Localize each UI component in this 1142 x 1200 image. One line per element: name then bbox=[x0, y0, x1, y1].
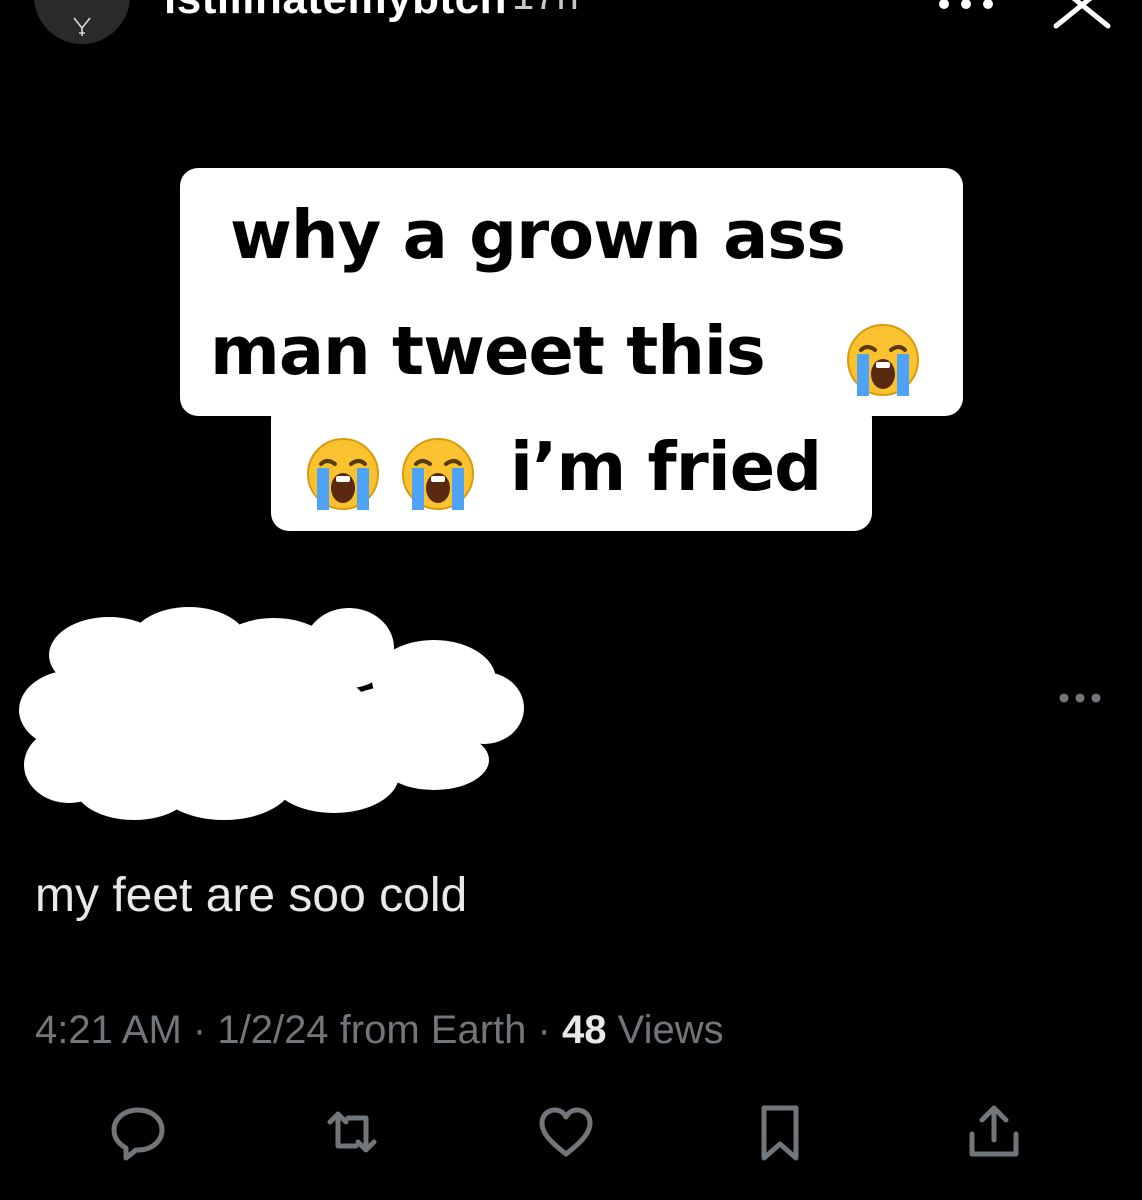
loudly-crying-face-icon bbox=[402, 438, 474, 510]
caption-line-2: man tweet this bbox=[210, 312, 766, 390]
like-button[interactable] bbox=[534, 1100, 598, 1164]
story-time: 17h bbox=[512, 0, 579, 19]
caption-line-3: i’m fried bbox=[510, 428, 822, 506]
avatar-chain-icon bbox=[73, 17, 91, 36]
story-username[interactable]: istillhatemybtch bbox=[164, 0, 507, 24]
story-avatar[interactable] bbox=[34, 0, 130, 44]
tweet-text: my feet are soo cold bbox=[35, 869, 468, 922]
retweet-button[interactable] bbox=[320, 1100, 384, 1164]
tweet-more-icon[interactable] bbox=[1058, 692, 1102, 704]
close-icon[interactable] bbox=[1050, 0, 1116, 36]
caption-line-1: why a grown ass bbox=[230, 196, 846, 274]
heart-icon bbox=[539, 1107, 593, 1157]
meta-separator: · bbox=[537, 1008, 551, 1052]
share-icon bbox=[969, 1105, 1019, 1157]
tweet-date[interactable]: 1/2/24 bbox=[217, 1008, 328, 1052]
reply-icon bbox=[111, 1107, 165, 1161]
share-button[interactable] bbox=[962, 1100, 1026, 1164]
reply-button[interactable] bbox=[106, 1100, 170, 1164]
tweet-timestamp[interactable]: 4:21 AM bbox=[35, 1008, 182, 1052]
views-label[interactable]: Views bbox=[618, 1008, 724, 1052]
bookmark-icon bbox=[761, 1105, 799, 1161]
loudly-crying-face-icon bbox=[307, 438, 379, 510]
retweet-icon bbox=[327, 1111, 377, 1153]
views-count[interactable]: 48 bbox=[562, 1008, 607, 1052]
tweet-meta: 4:21 AM · 1/2/24 from Earth · 48 Views bbox=[35, 1008, 724, 1053]
story-more-icon[interactable] bbox=[936, 0, 996, 12]
tweet-source: from Earth bbox=[339, 1008, 527, 1052]
meta-separator: · bbox=[192, 1008, 207, 1052]
loudly-crying-face-icon bbox=[847, 324, 919, 396]
redacted-author-scribble bbox=[19, 607, 524, 820]
bookmark-button[interactable] bbox=[748, 1100, 812, 1164]
